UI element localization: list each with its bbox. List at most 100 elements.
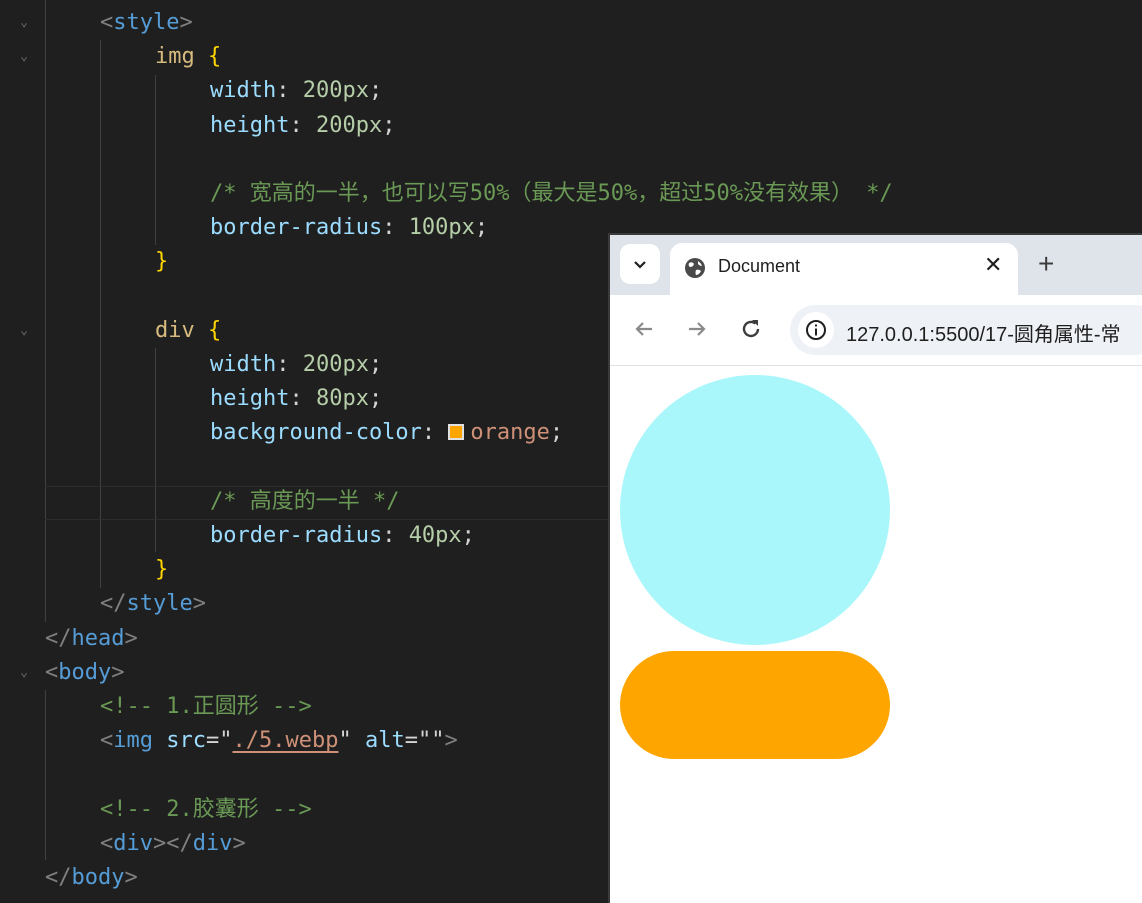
code-line[interactable]: } (155, 553, 168, 587)
fold-chevron-icon[interactable]: ⌄ (14, 13, 34, 33)
code-token: div (155, 317, 195, 343)
code-token: background-color (210, 420, 422, 446)
code-token: ; (549, 420, 564, 446)
code-token: ; (368, 78, 383, 104)
code-line[interactable]: height: 80px; (210, 382, 382, 416)
indent-guide (45, 0, 46, 622)
code-token: <!-- 2.胶囊形 --> (100, 796, 312, 822)
back-arrow-icon[interactable] (630, 315, 658, 343)
code-line[interactable]: <div></div> (100, 827, 246, 861)
code-token: < (100, 830, 114, 856)
code-token: div (113, 830, 153, 856)
code-token: border-radius (210, 215, 383, 241)
code-token: style (113, 10, 180, 35)
close-tab-button[interactable]: ✕ (984, 253, 1002, 277)
code-line[interactable]: /* 宽高的一半，也可以写50%（最大是50%，超过50%没有效果） */ (210, 177, 893, 211)
code-token: width (210, 78, 277, 104)
code-token: < (100, 728, 114, 754)
code-token: : (276, 352, 303, 377)
fold-chevron-icon[interactable]: ⌄ (14, 663, 34, 683)
color-swatch[interactable] (448, 424, 465, 441)
fold-chevron-icon[interactable]: ⌄ (14, 321, 34, 341)
address-bar[interactable]: 127.0.0.1:5500/17-圆角属性-常 (790, 305, 1142, 355)
code-token: <!-- 1.正圆形 --> (100, 694, 312, 719)
code-line[interactable]: </head> (45, 622, 138, 656)
code-token: </ (45, 625, 72, 651)
site-info-button[interactable] (798, 312, 834, 348)
code-token: : (289, 112, 316, 138)
code-line[interactable]: border-radius: 40px; (210, 519, 475, 553)
code-line[interactable]: <body> (45, 656, 124, 690)
code-token: ; (474, 215, 489, 241)
code-line[interactable]: div { (155, 314, 221, 348)
code-token: src (166, 728, 206, 754)
fold-chevron-icon[interactable]: ⌄ (14, 47, 34, 67)
code-token: { (208, 317, 222, 343)
code-token: width (210, 352, 277, 377)
code-line[interactable]: </style> (100, 587, 206, 621)
code-token: ; (368, 386, 383, 412)
code-line[interactable]: <style> (100, 6, 193, 40)
code-token: : (382, 215, 409, 241)
code-token: style (126, 591, 193, 617)
info-icon (806, 320, 826, 340)
tab-strip: Document ✕ + (610, 235, 1142, 297)
code-token: /* 宽高的一半，也可以写50%（最大是50%，超过50%没有效果） */ (210, 181, 893, 206)
code-token: div (192, 830, 233, 856)
code-token: 200px (315, 112, 383, 138)
tab-document[interactable]: Document ✕ (670, 243, 1018, 297)
code-line[interactable]: <!-- 1.正圆形 --> (100, 690, 312, 724)
code-line[interactable]: border-radius: 100px; (210, 211, 488, 245)
reload-icon[interactable] (737, 315, 765, 343)
code-token: > (124, 865, 138, 890)
code-line[interactable]: <!-- 2.胶囊形 --> (100, 793, 312, 827)
code-token: =" (206, 728, 233, 754)
code-line[interactable]: img { (155, 40, 221, 74)
code-token: ./5.webp (232, 728, 339, 754)
code-token: height (210, 112, 290, 138)
code-token: body (58, 659, 112, 685)
forward-arrow-icon[interactable] (683, 315, 711, 343)
code-line[interactable]: width: 200px; (210, 74, 382, 108)
code-token: 200px (302, 78, 369, 104)
code-token: > (111, 659, 125, 685)
globe-icon (685, 258, 705, 278)
code-token: 40px (408, 523, 462, 548)
new-tab-button[interactable]: + (1038, 249, 1054, 279)
indent-guide (45, 690, 46, 860)
code-token: /* 高度的一半 */ (210, 488, 400, 514)
code-token: height (210, 386, 290, 412)
capsule-div (620, 651, 890, 759)
code-line[interactable]: /* 高度的一半 */ (210, 485, 399, 519)
code-token: head (71, 625, 125, 651)
code-token: </ (100, 591, 127, 617)
code-token: orange (470, 420, 550, 446)
code-token: border-radius (210, 523, 383, 548)
code-token: ; (382, 112, 396, 138)
code-token: } (155, 249, 169, 275)
code-line[interactable]: <img src="./5.webp" alt=""> (100, 724, 458, 758)
code-token: < (100, 10, 114, 35)
code-token: " (338, 728, 365, 754)
tab-title: Document (718, 256, 801, 276)
tab-search-button[interactable] (620, 244, 660, 284)
code-line[interactable]: </body> (45, 861, 138, 895)
code-token: 80px (315, 386, 369, 412)
code-token: : (382, 523, 409, 548)
code-token: alt (364, 728, 405, 754)
url-text: 127.0.0.1:5500/17-圆角属性-常 (846, 324, 1121, 346)
code-line[interactable]: width: 200px; (210, 348, 382, 382)
code-line[interactable]: height: 200px; (210, 109, 395, 143)
indent-guide (155, 348, 156, 552)
code-token: } (155, 557, 169, 583)
code-token: 100px (408, 215, 475, 241)
browser-window: Document ✕ + 127.0.0.1:5500/17-圆角属性-常 (608, 233, 1142, 903)
code-token: : (421, 420, 449, 446)
code-line[interactable]: } (155, 245, 168, 279)
code-token: ; (368, 352, 383, 377)
code-line[interactable]: background-color: orange; (210, 416, 563, 450)
code-token: : (289, 386, 316, 412)
